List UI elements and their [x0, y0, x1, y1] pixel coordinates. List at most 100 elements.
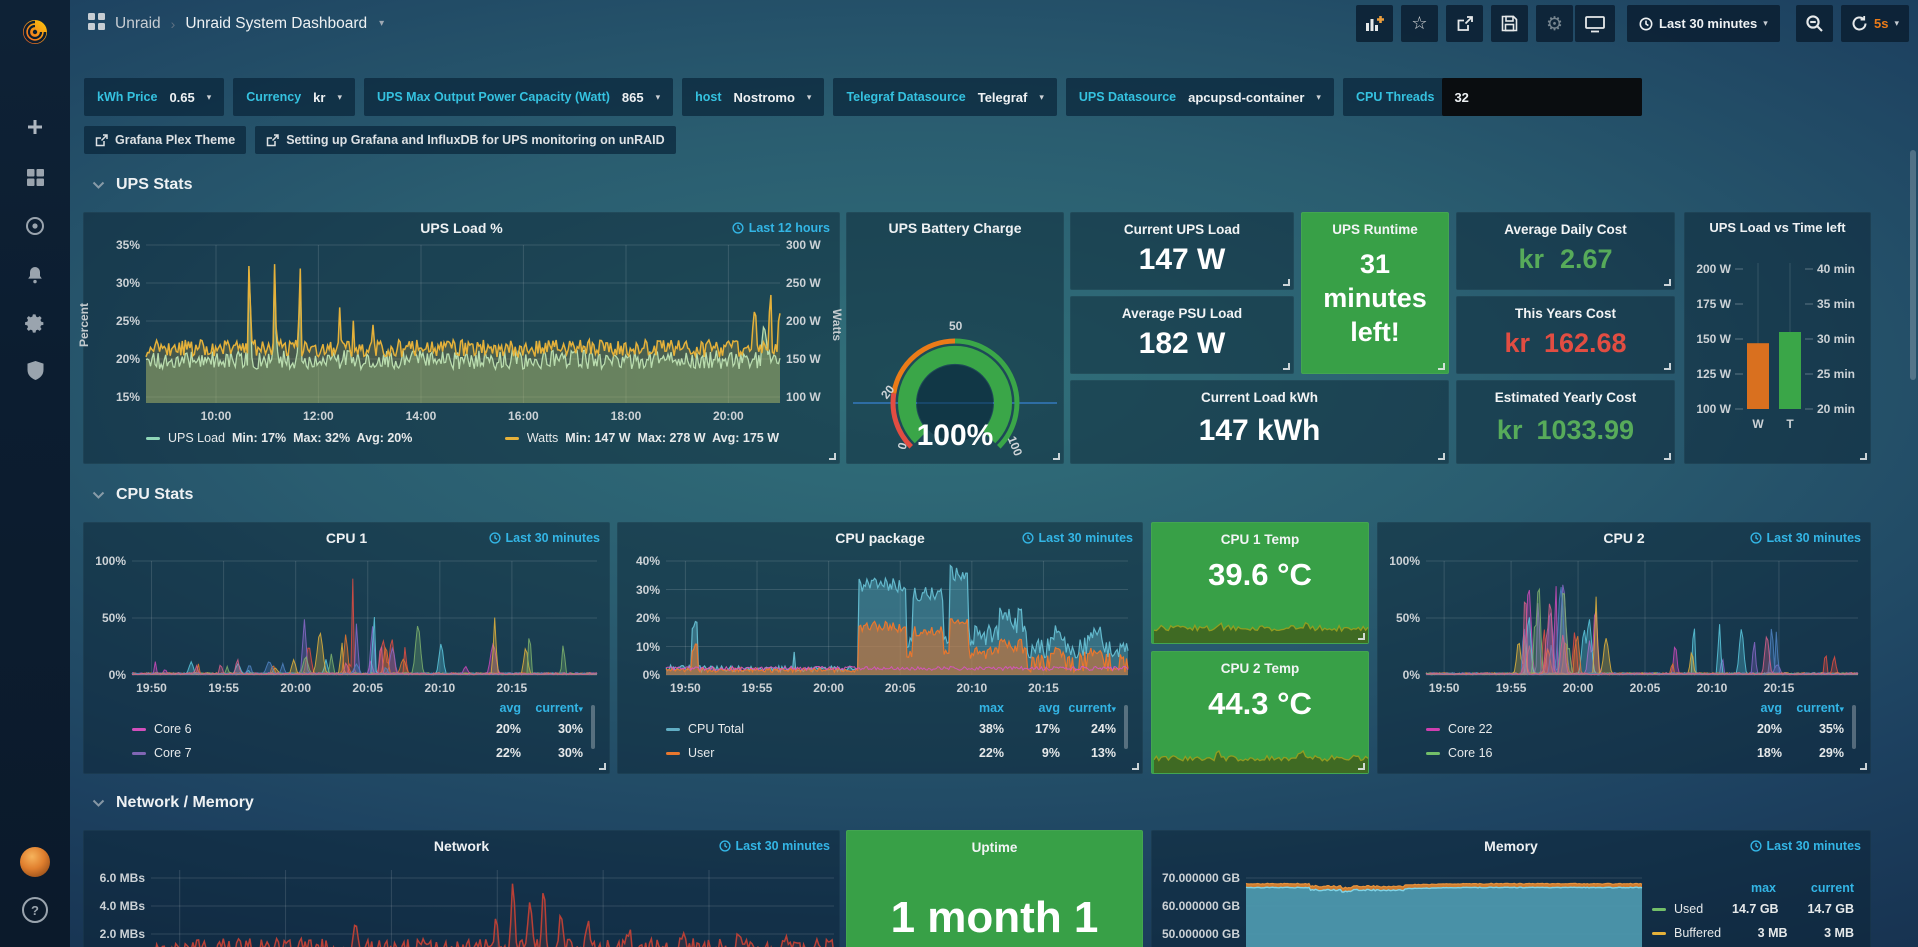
share-button[interactable] — [1446, 5, 1483, 42]
legend-column-max[interactable]: max — [1698, 881, 1776, 895]
panel-title[interactable]: UPS Battery Charge — [847, 220, 1063, 236]
title-caret-icon[interactable]: ▾ — [379, 18, 384, 29]
legend-scrollbar[interactable] — [591, 705, 595, 749]
help-icon[interactable]: ? — [0, 888, 70, 932]
axis-tick-label: 0% — [109, 668, 126, 682]
dashboard-links-row: Grafana Plex Theme Setting up Grafana an… — [84, 126, 676, 154]
panel-uptime: Uptime 1 month 1 — [846, 830, 1143, 947]
legend-scrollbar[interactable] — [1852, 705, 1856, 749]
user-avatar[interactable] — [0, 840, 70, 884]
axis-tick-label: 30% — [116, 276, 140, 290]
legend-column-avg[interactable]: avg — [1720, 701, 1782, 715]
refresh-interval-label[interactable]: 5s — [1874, 16, 1888, 31]
axis-tick-label: 19:55 — [742, 681, 773, 695]
admin-shield-icon[interactable] — [0, 348, 70, 392]
breadcrumb-page-title[interactable]: Unraid System Dashboard — [185, 15, 367, 33]
section-header-cpu-stats[interactable]: CPU Stats — [92, 486, 193, 504]
axis-tick-label: 20:10 — [956, 681, 987, 695]
axis-tick-label: 19:50 — [136, 681, 167, 695]
panel-cpu1-temp: CPU 1 Temp 39.6 °C — [1151, 522, 1369, 644]
axis-tick-label: 20 min — [1817, 402, 1855, 416]
panel-this-years-cost: This Years Cost kr162.68 — [1456, 296, 1675, 374]
axis-tick-label: 50% — [1396, 611, 1420, 625]
time-range-label: Last 30 minutes — [1659, 16, 1757, 31]
zoom-out-button[interactable] — [1796, 5, 1833, 42]
legend-scrollbar[interactable] — [1124, 705, 1128, 749]
variable-currency[interactable]: Currency kr▾ — [233, 78, 355, 116]
axis-tick-label: 0% — [643, 668, 660, 682]
save-button[interactable] — [1491, 5, 1528, 42]
section-header-network-memory[interactable]: Network / Memory — [92, 794, 254, 812]
legend-column-avg[interactable]: avg — [459, 701, 521, 715]
cpu-threads-input[interactable] — [1442, 78, 1642, 116]
refresh-button[interactable]: 5s ▾ — [1841, 5, 1909, 42]
legend-item[interactable]: WattsMin: 147 W Max: 278 W Avg: 175 W — [505, 431, 779, 445]
add-panel-button[interactable] — [1356, 5, 1393, 42]
legend-row[interactable]: Buffered3 MB3 MB — [1652, 921, 1854, 945]
axis-tick-label: 16:00 — [508, 409, 539, 423]
axis-tick-label: 20:05 — [352, 681, 383, 695]
legend-column-current[interactable]: current▾ — [521, 701, 583, 715]
variable-ups-datasource[interactable]: UPS Datasource apcupsd-container▾ — [1066, 78, 1334, 116]
variable-ups-max-output[interactable]: UPS Max Output Power Capacity (Watt) 865… — [364, 78, 673, 116]
legend-row[interactable]: Core 1618%29% — [1426, 741, 1844, 765]
panel-average-psu-load: Average PSU Load 182 W — [1070, 296, 1294, 374]
legend-row[interactable]: CPU Total38%17%24% — [666, 717, 1116, 741]
tv-mode-button[interactable] — [1575, 5, 1615, 42]
variable-host[interactable]: host Nostromo▾ — [682, 78, 824, 116]
legend-column-current[interactable]: current — [1776, 881, 1854, 895]
template-variables-row: kWh Price 0.65▾ Currency kr▾ UPS Max Out… — [84, 78, 1642, 116]
link-grafana-plex-theme[interactable]: Grafana Plex Theme — [84, 126, 246, 154]
panel-cpu2: CPU 2 Last 30 minutes 100%50%0%19:5019:5… — [1377, 522, 1871, 774]
legend-row[interactable]: Core 2220%35% — [1426, 717, 1844, 741]
variable-telegraf-datasource[interactable]: Telegraf Datasource Telegraf▾ — [833, 78, 1056, 116]
grafana-logo-icon[interactable] — [0, 10, 70, 54]
axis-tick-label: 20% — [636, 611, 660, 625]
panel-cpu1: CPU 1 Last 30 minutes 100%50%0%19:5019:5… — [83, 522, 610, 774]
star-button[interactable]: ☆ — [1401, 5, 1438, 42]
legend-row[interactable]: Core 620%30% — [132, 717, 583, 741]
time-range-picker[interactable]: Last 30 minutes ▾ — [1627, 5, 1780, 42]
axis-tick-label: 19:55 — [1496, 681, 1527, 695]
axis-tick-label: 20:15 — [497, 681, 528, 695]
section-header-ups-stats[interactable]: UPS Stats — [92, 176, 192, 194]
axis-tick-label: 18:00 — [611, 409, 642, 423]
legend-column-max[interactable]: max — [948, 701, 1004, 715]
axis-tick-label: 150 W — [1696, 332, 1731, 346]
stat-value: 31 minutes left! — [1302, 247, 1448, 349]
legend-row[interactable]: Core 722%30% — [132, 741, 583, 765]
legend-row[interactable]: User22%9%13% — [666, 741, 1116, 765]
chart-plot-area[interactable] — [1152, 745, 1370, 773]
link-ups-monitoring-guide[interactable]: Setting up Grafana and InfluxDB for UPS … — [255, 126, 675, 154]
dashboard-grid-icon[interactable] — [88, 13, 105, 35]
legend-column-current[interactable]: current▾ — [1060, 701, 1116, 715]
axis-tick-label: 20:15 — [1028, 681, 1059, 695]
stat-value: kr2.67 — [1457, 244, 1674, 275]
stat-value: kr1033.99 — [1457, 415, 1674, 446]
panel-cpu-package: CPU package Last 30 minutes 40%30%20%10%… — [617, 522, 1143, 774]
legend-header: avgcurrent▾ — [132, 699, 583, 717]
axis-tick-label: 10% — [636, 640, 660, 654]
breadcrumb-separator-icon: › — [171, 16, 176, 32]
explore-compass-icon[interactable] — [0, 204, 70, 248]
legend-item[interactable]: UPS LoadMin: 17% Max: 32% Avg: 20% — [146, 431, 412, 445]
stat-value: 147 kWh — [1071, 414, 1448, 448]
page-scrollbar[interactable] — [1910, 150, 1916, 380]
create-plus-icon[interactable] — [0, 105, 70, 149]
legend-column-current[interactable]: current▾ — [1782, 701, 1844, 715]
chart-plot-area[interactable] — [84, 831, 839, 947]
stat-value: 39.6 °C — [1152, 557, 1368, 593]
dashboards-icon[interactable] — [0, 155, 70, 199]
panel-memory: Memory Last 30 minutes 70.000000 GB60.00… — [1151, 830, 1871, 947]
variable-kwh-price[interactable]: kWh Price 0.65▾ — [84, 78, 224, 116]
settings-gear-button[interactable]: ⚙ — [1536, 5, 1573, 42]
breadcrumb-app[interactable]: Unraid — [115, 15, 161, 33]
configuration-gear-icon[interactable] — [0, 301, 70, 345]
axis-tick-label: 30% — [636, 583, 660, 597]
alerting-bell-icon[interactable] — [0, 253, 70, 297]
legend-column-avg[interactable]: avg — [1004, 701, 1060, 715]
chart-plot-area[interactable] — [84, 213, 839, 463]
legend-row[interactable]: Used14.7 GB14.7 GB — [1652, 897, 1854, 921]
axis-tick-label: 20:10 — [424, 681, 455, 695]
chart-plot-area[interactable] — [1152, 615, 1370, 643]
